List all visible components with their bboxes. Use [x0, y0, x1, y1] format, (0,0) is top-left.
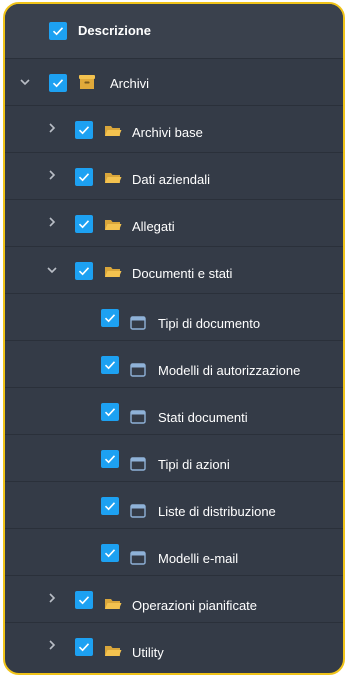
tree-checkbox[interactable] [75, 591, 93, 609]
tree-checkbox[interactable] [75, 262, 93, 280]
tree-checkbox[interactable] [75, 168, 93, 186]
tree-label: Modelli di autorizzazione [158, 363, 301, 378]
tree-label: Operazioni pianificate [132, 598, 258, 613]
chevron-down-icon[interactable] [18, 75, 32, 89]
select-all-checkbox[interactable] [49, 22, 67, 40]
tree-checkbox[interactable] [101, 309, 119, 327]
tree-row-tipi-di-azioni[interactable]: Tipi di azioni [5, 434, 343, 481]
tree-row-dati-aziendali[interactable]: Dati aziendali [5, 152, 343, 199]
chevron-right-icon[interactable] [45, 121, 59, 135]
tree-label: Tipi di documento [158, 316, 261, 331]
tree-row-operazioni-pianificate[interactable]: Operazioni pianificate [5, 575, 343, 622]
tree-checkbox[interactable] [101, 356, 119, 374]
tree-header: Descrizione [5, 4, 343, 58]
tree-label: Archivi [110, 76, 150, 91]
tree-label: Utility [132, 645, 164, 660]
chevron-down-icon[interactable] [45, 263, 59, 277]
tree-label: Tipi di azioni [158, 457, 230, 472]
chevron-right-icon[interactable] [45, 215, 59, 229]
window-icon [129, 550, 147, 566]
folder-icon [104, 217, 122, 233]
tree-row-stati-documenti[interactable]: Stati documenti [5, 387, 343, 434]
chevron-right-icon[interactable] [45, 638, 59, 652]
tree-checkbox[interactable] [75, 638, 93, 656]
tree-row-utility[interactable]: Utility [5, 622, 343, 669]
tree-checkbox[interactable] [101, 544, 119, 562]
tree-checkbox[interactable] [49, 74, 67, 92]
tree-checkbox[interactable] [101, 450, 119, 468]
tree-label: Documenti e stati [132, 266, 233, 281]
archive-box-icon [78, 74, 96, 90]
tree-row-archivi[interactable]: Archivi [5, 58, 343, 105]
tree-label: Stati documenti [158, 410, 248, 425]
tree-label: Modelli e-mail [158, 551, 239, 566]
tree-checkbox[interactable] [75, 121, 93, 139]
tree-row-tipi-di-documento[interactable]: Tipi di documento [5, 293, 343, 340]
tree-row-modelli-email[interactable]: Modelli e-mail [5, 528, 343, 575]
tree-row-documenti-e-stati[interactable]: Documenti e stati [5, 246, 343, 293]
tree-row-liste-di-distribuzione[interactable]: Liste di distribuzione [5, 481, 343, 528]
folder-open-icon [104, 264, 122, 280]
tree-row-archivi-base[interactable]: Archivi base [5, 105, 343, 152]
chevron-right-icon[interactable] [45, 591, 59, 605]
tree-label: Liste di distribuzione [158, 504, 276, 519]
header-label: Descrizione [78, 23, 151, 38]
window-icon [129, 503, 147, 519]
tree-label: Allegati [132, 219, 175, 234]
tree-checkbox[interactable] [101, 403, 119, 421]
permissions-tree-panel: Descrizione Archivi Archivi base Dati az… [3, 2, 345, 675]
window-icon [129, 409, 147, 425]
tree-row-modelli-di-autorizzazione[interactable]: Modelli di autorizzazione [5, 340, 343, 387]
folder-icon [104, 596, 122, 612]
tree-checkbox[interactable] [101, 497, 119, 515]
folder-icon [104, 170, 122, 186]
tree-row-allegati[interactable]: Allegati [5, 199, 343, 246]
folder-icon [104, 643, 122, 659]
tree-label: Archivi base [132, 125, 203, 140]
folder-icon [104, 123, 122, 139]
window-icon [129, 456, 147, 472]
window-icon [129, 362, 147, 378]
tree-checkbox[interactable] [75, 215, 93, 233]
chevron-right-icon[interactable] [45, 168, 59, 182]
window-icon [129, 315, 147, 331]
tree-label: Dati aziendali [132, 172, 211, 187]
